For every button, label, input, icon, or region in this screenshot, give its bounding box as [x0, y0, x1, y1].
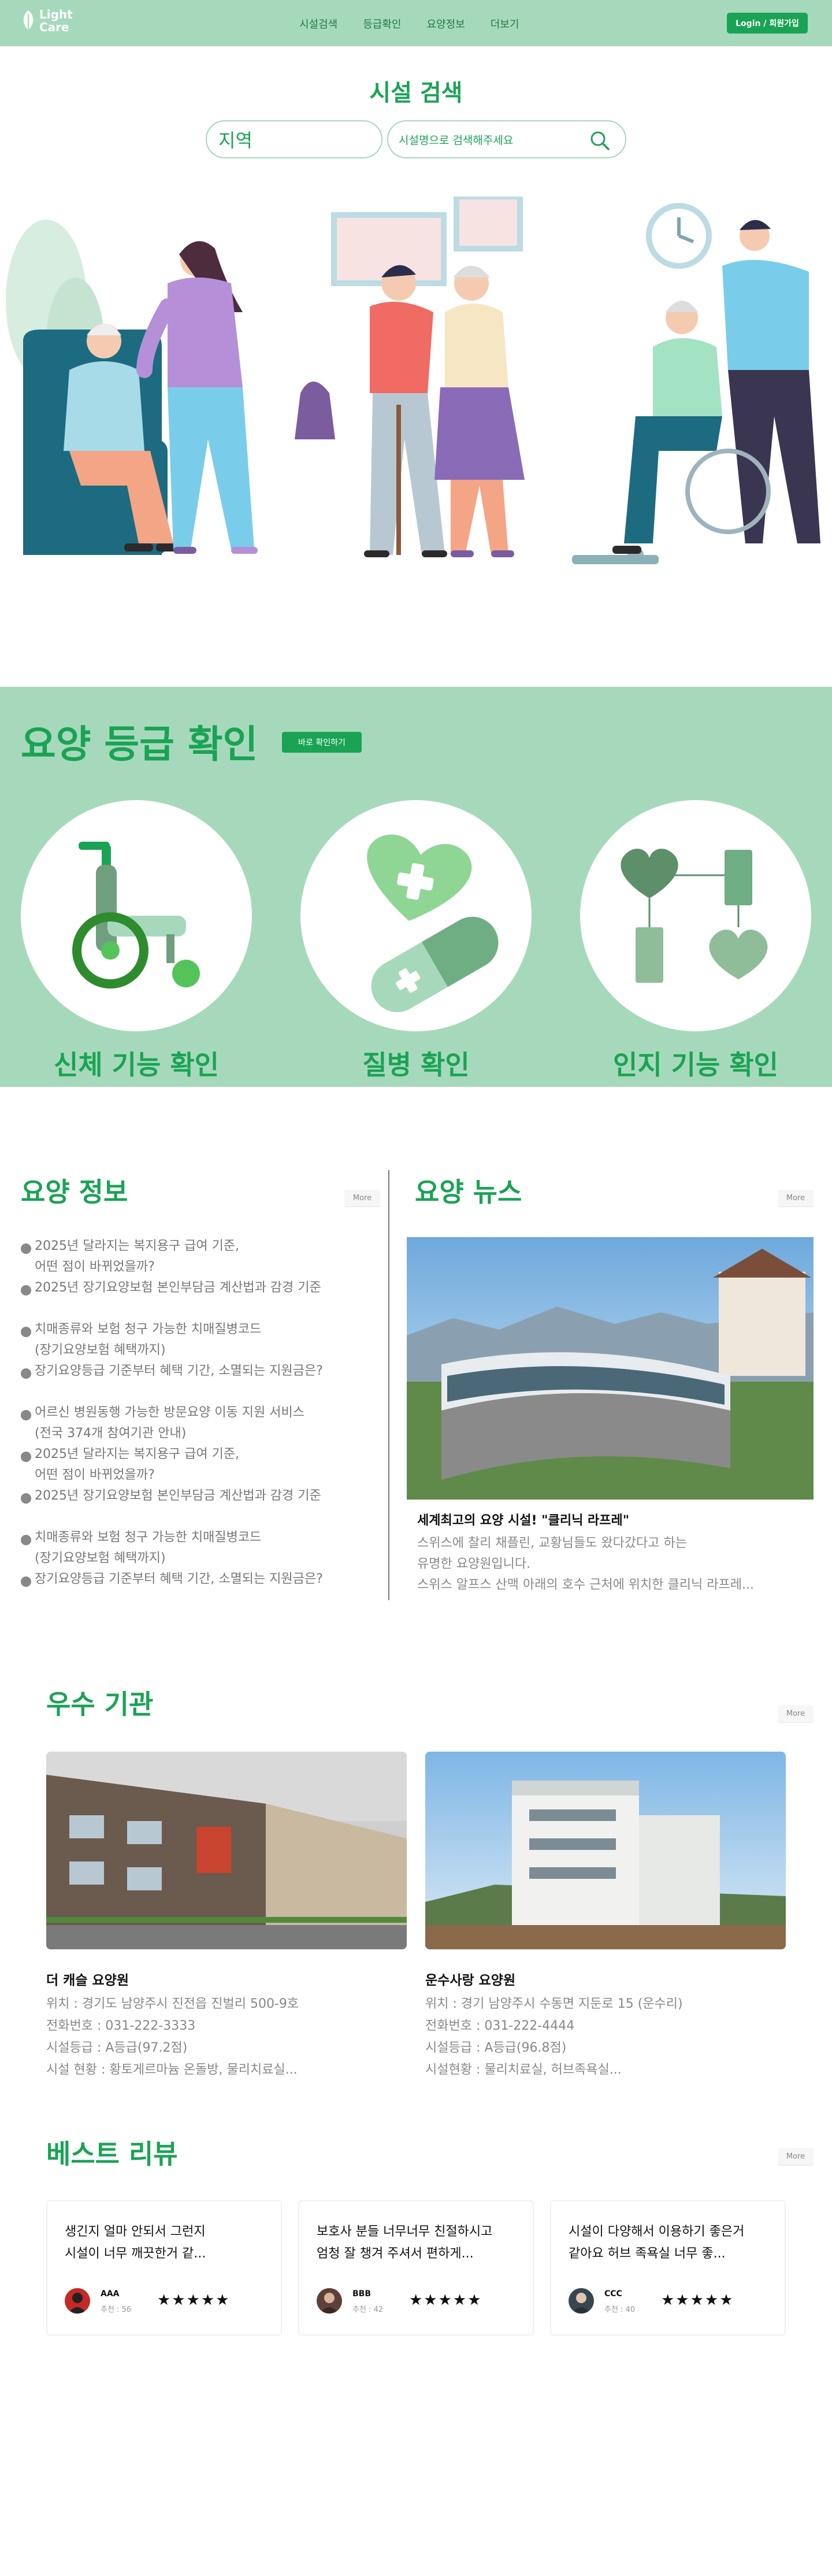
- institution-location-2: 위치 : 경기 남양주시 수동면 지둔로 15 (운수리): [425, 1997, 683, 2011]
- search-icon[interactable]: [589, 130, 610, 151]
- nav-link-grade-check[interactable]: 등급확인: [363, 16, 401, 31]
- wheelchair-helper-illustration: [572, 203, 820, 564]
- news-image[interactable]: [407, 1237, 814, 1500]
- avatar: [317, 2288, 342, 2314]
- list-item[interactable]: 장기요양등급 기준부터 혜택 기간, 소멸되는 지원금은?: [21, 1569, 373, 1590]
- physical-check-card[interactable]: [21, 800, 252, 1031]
- nav-link-facility-search[interactable]: 시설검색: [299, 16, 337, 31]
- institution-name-1[interactable]: 더 캐슬 요양원: [46, 1969, 129, 1989]
- institution-location-1: 위치 : 경기도 남양주시 진전읍 진벌리 500-9호: [46, 1997, 299, 2011]
- cognitive-check-card[interactable]: [580, 800, 811, 1031]
- wheelchair-icon: [72, 842, 200, 989]
- care-info-list: 2025년 달라지는 복지용구 급여 기준, 어떤 점이 바뀌었을까? 2025…: [21, 1236, 373, 1590]
- nav-links: 시설검색 등급확인 요양정보 더보기: [299, 16, 544, 31]
- review-card-2[interactable]: 보호사 분들 너무너무 친절하시고 엄청 잘 챙겨 주셔서 편하게... BBB…: [298, 2200, 534, 2336]
- list-item[interactable]: 2025년 장기요양보험 본인부담금 계산법과 감경 기준: [21, 1278, 373, 1298]
- region-select-label: 지역: [218, 129, 252, 151]
- search-title: 시설 검색: [369, 80, 463, 106]
- login-button[interactable]: Login / 회원가입: [727, 13, 808, 34]
- care-info-title: 요양 정보: [21, 1176, 128, 1208]
- recommend-count: 추천 : 40: [604, 2305, 636, 2314]
- institution-grade-1: 시설등급 : A등급(97.2점): [46, 2041, 188, 2055]
- hero-illustration: [6, 197, 820, 564]
- region-select[interactable]: 지역: [206, 120, 382, 158]
- recommend-count: 추천 : 42: [352, 2305, 384, 2314]
- list-item[interactable]: 치매종류와 보험 청구 가능한 치매질병코드 (장기요양보험 혜택까지): [21, 1319, 373, 1361]
- leaf-logo-icon: [23, 10, 34, 31]
- review-text: 보호사 분들 너무너무 친절하시고 엄청 잘 챙겨 주셔서 편하게...: [317, 2225, 493, 2261]
- review-card-1[interactable]: 생긴지 얼마 안되서 그런지 시설이 너무 깨끗한거 같... AAA 추천 :…: [46, 2200, 282, 2336]
- reviews-title: 베스트 리뷰: [46, 2138, 178, 2170]
- list-item[interactable]: 2025년 달라지는 복지용구 급여 기준, 어떤 점이 바뀌었을까?: [21, 1444, 373, 1486]
- list-item[interactable]: 2025년 달라지는 복지용구 급여 기준, 어떤 점이 바뀌었을까?: [21, 1236, 373, 1278]
- logo[interactable]: Light Care: [21, 8, 80, 34]
- list-item[interactable]: 장기요양등급 기준부터 혜택 기간, 소멸되는 지원금은?: [21, 1361, 373, 1382]
- avatar: [65, 2288, 90, 2314]
- reviewer-name: BBB: [352, 2289, 372, 2299]
- avatar: [569, 2288, 594, 2314]
- grade-title: 요양 등급 확인: [21, 722, 258, 767]
- excellent-more-button[interactable]: More: [778, 1705, 814, 1723]
- star-rating-icon: ★★★★★: [157, 2292, 231, 2309]
- institution-facilities-1: 시설 현황 : 황토게르마늄 온돌방, 물리치료실...: [46, 2063, 298, 2077]
- care-news-more-button[interactable]: More: [778, 1190, 814, 1207]
- recommend-count: 추천 : 56: [101, 2305, 132, 2314]
- institution-phone-2: 전화번호 : 031-222-4444: [425, 2019, 575, 2033]
- list-item[interactable]: 어르신 병원동행 가능한 방문요양 이동 지원 서비스 (전국 374개 참여기…: [21, 1402, 373, 1444]
- reviewer-name: CCC: [604, 2289, 622, 2299]
- reviewer-name: AAA: [101, 2289, 120, 2299]
- grade-section: 요양 등급 확인 바로 확인하기 신체 기능 확인 질병 확인 인지 기능 확인: [0, 687, 832, 1087]
- nav-link-care-info[interactable]: 요양정보: [427, 16, 465, 31]
- star-rating-icon: ★★★★★: [409, 2292, 482, 2309]
- walking-couple-illustration: [295, 197, 525, 557]
- institution-phone-1: 전화번호 : 031-222-3333: [46, 2019, 196, 2033]
- search-placeholder: 시설명으로 검색해주세요: [399, 134, 514, 147]
- nav-link-more[interactable]: 더보기: [491, 16, 519, 31]
- news-headline[interactable]: 세계최고의 요양 시설! "클리닉 라프레": [417, 1510, 629, 1528]
- cognitive-diagram-icon: [621, 849, 768, 983]
- institution-facilities-2: 시설현황 : 물리치료실, 허브족욕실...: [425, 2063, 622, 2077]
- list-item[interactable]: 치매종류와 보험 청구 가능한 치매질병코드 (장기요양보험 혜택까지): [21, 1527, 373, 1569]
- logo-text: Light Care: [39, 8, 73, 34]
- institution-grade-2: 시설등급 : A등급(96.8점): [425, 2041, 567, 2055]
- review-text: 시설이 다양해서 이용하기 좋은거 같아요 허브 족욕실 너무 좋...: [569, 2225, 745, 2261]
- top-nav: Light Care 시설검색 등급확인 요양정보 더보기 Login / 회원…: [0, 0, 832, 46]
- institution-image-2[interactable]: [425, 1752, 786, 1949]
- disease-check-card[interactable]: [300, 800, 532, 1031]
- care-info-more-button[interactable]: More: [344, 1190, 380, 1207]
- grade-check-button[interactable]: 바로 확인하기: [282, 732, 362, 753]
- seated-elder-illustration: [6, 220, 258, 555]
- care-news-title: 요양 뉴스: [415, 1176, 522, 1208]
- star-rating-icon: ★★★★★: [661, 2292, 734, 2309]
- cognitive-check-label: 인지 기능 확인: [613, 1049, 778, 1080]
- list-item[interactable]: 2025년 장기요양보험 본인부담금 계산법과 감경 기준: [21, 1486, 373, 1507]
- physical-check-label: 신체 기능 확인: [54, 1049, 219, 1080]
- excellent-title: 우수 기관: [46, 1689, 154, 1720]
- disease-check-label: 질병 확인: [362, 1049, 470, 1080]
- institution-image-1[interactable]: [46, 1752, 407, 1949]
- institution-name-2[interactable]: 운수사랑 요양원: [425, 1969, 515, 1989]
- review-card-3[interactable]: 시설이 다양해서 이용하기 좋은거 같아요 허브 족욕실 너무 좋... CCC…: [550, 2200, 786, 2336]
- news-body: 스위스에 찰리 채플린, 교황님들도 왔다갔다고 하는 유명한 요양원입니다. …: [417, 1536, 754, 1592]
- pill-heart-icon: [367, 834, 499, 1012]
- section-divider: [388, 1170, 389, 1600]
- review-text: 생긴지 얼마 안되서 그런지 시설이 너무 깨끗한거 같...: [65, 2225, 206, 2261]
- reviews-more-button[interactable]: More: [778, 2148, 814, 2166]
- search-input[interactable]: 시설명으로 검색해주세요: [387, 120, 626, 158]
